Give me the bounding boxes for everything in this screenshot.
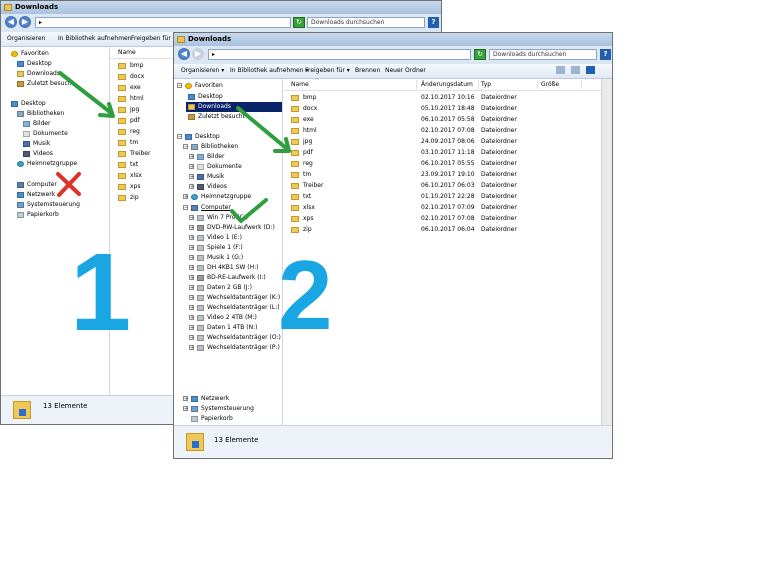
annotation-overlay [56,71,291,223]
red-cross-icon [56,172,81,197]
green-arrow-1 [58,71,115,118]
green-check-icon [230,198,268,223]
green-arrow-2 [236,106,291,153]
